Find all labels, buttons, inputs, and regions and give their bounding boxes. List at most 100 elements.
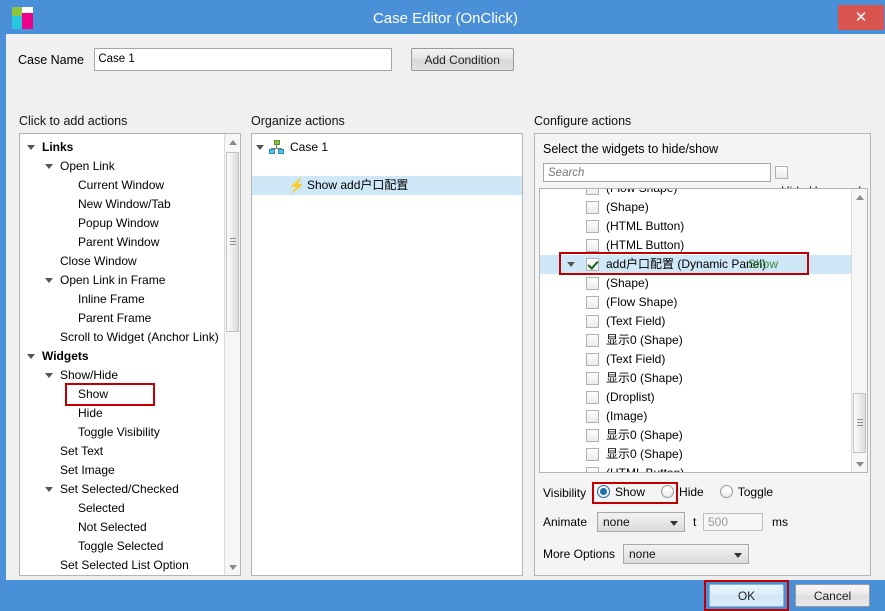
tree-item[interactable]: Set Text — [20, 442, 224, 461]
tree-item[interactable]: Open Link in Frame — [20, 271, 224, 290]
actions-tree[interactable]: Links Open Link Current Window New Window/T… — [20, 134, 224, 575]
chevron-down-icon[interactable] — [45, 485, 55, 494]
lightning-bolt-icon: ⚡ — [288, 177, 306, 193]
visibility-option[interactable]: Show — [597, 484, 645, 499]
widget-checkbox[interactable] — [586, 277, 599, 290]
organize-actions-title: Organize actions — [251, 114, 345, 128]
chevron-down-icon[interactable] — [567, 260, 577, 269]
widget-row[interactable]: 显示0 (Shape) — [540, 369, 851, 388]
widget-checkbox[interactable] — [586, 353, 599, 366]
tree-item[interactable]: Set Image — [20, 461, 224, 480]
hide-unnamed-control[interactable]: Hide Unnamed — [775, 163, 870, 198]
widget-checkbox[interactable] — [586, 410, 599, 423]
radio-icon[interactable] — [719, 485, 733, 499]
tree-item[interactable]: Not Selected — [20, 518, 224, 537]
widget-row[interactable]: (Shape) — [540, 198, 851, 217]
widget-checkbox[interactable] — [586, 429, 599, 442]
tree-item[interactable]: Set Selected/Checked — [20, 480, 224, 499]
widget-row[interactable]: (Flow Shape) — [540, 293, 851, 312]
widget-row[interactable]: 显示0 (Shape) — [540, 426, 851, 445]
case-name-input[interactable] — [94, 48, 393, 71]
scroll-down-icon[interactable] — [225, 559, 240, 575]
scroll-up-icon[interactable] — [852, 189, 867, 205]
tree-item[interactable]: Toggle Visibility — [20, 423, 224, 442]
widget-row[interactable]: (HTML Button) — [540, 217, 851, 236]
widget-checkbox[interactable] — [586, 239, 599, 252]
scroll-up-icon[interactable] — [225, 134, 240, 150]
chevron-down-icon[interactable] — [27, 143, 37, 152]
tree-item[interactable]: Hide — [20, 404, 224, 423]
widget-row[interactable]: 显示0 (Shape) — [540, 445, 851, 464]
tree-item[interactable]: Popup Window — [20, 214, 224, 233]
tree-item[interactable]: Inline Frame — [20, 290, 224, 309]
tree-item[interactable]: Current Window — [20, 176, 224, 195]
widget-checkbox[interactable] — [586, 372, 599, 385]
close-icon[interactable]: ✕ — [838, 5, 884, 30]
scroll-down-icon[interactable] — [852, 456, 867, 472]
tree-item[interactable]: Close Window — [20, 252, 224, 271]
tree-item[interactable]: Show/Hide — [20, 366, 224, 385]
radio-icon[interactable] — [661, 485, 675, 499]
tree-item[interactable]: Links — [20, 138, 224, 157]
radio-icon[interactable] — [597, 485, 610, 499]
widget-row[interactable]: (Droplist) — [540, 388, 851, 407]
widget-checkbox[interactable] — [586, 334, 599, 347]
widget-checkbox[interactable] — [586, 201, 599, 214]
organize-case-node[interactable]: Case 1 — [252, 138, 522, 157]
widget-checkbox[interactable] — [586, 448, 599, 461]
case-name-row: Case Name Add Condition — [18, 48, 514, 71]
visibility-option[interactable]: Toggle — [719, 484, 773, 499]
widget-row[interactable]: (HTML Button) — [540, 464, 851, 472]
visibility-option[interactable]: Hide — [661, 484, 704, 499]
widget-row[interactable]: 显示0 (Shape) — [540, 331, 851, 350]
widget-checkbox[interactable] — [586, 296, 599, 309]
widget-checkbox[interactable] — [586, 258, 599, 271]
organize-action-row[interactable]: ⚡ Show add户口配置 — [252, 176, 522, 195]
hide-unnamed-checkbox[interactable] — [775, 166, 788, 180]
widget-checkbox[interactable] — [586, 391, 599, 404]
ok-button[interactable]: OK — [709, 584, 784, 607]
widget-checkbox[interactable] — [586, 467, 599, 472]
widget-state-label: Show — [748, 257, 779, 271]
tree-item[interactable]: Scroll to Widget (Anchor Link) — [20, 328, 224, 347]
widget-checkbox[interactable] — [586, 189, 599, 195]
visibility-option-label: Show — [615, 484, 646, 499]
tree-item[interactable]: Open Link — [20, 157, 224, 176]
duration-input[interactable] — [703, 513, 763, 531]
tree-item[interactable]: Selected — [20, 499, 224, 518]
widget-row[interactable]: (Text Field) — [540, 350, 851, 369]
tree-item[interactable]: Widgets — [20, 347, 224, 366]
tree-item[interactable]: Toggle Selected — [20, 537, 224, 556]
widget-checkbox[interactable] — [586, 315, 599, 328]
scrollbar-thumb[interactable] — [226, 152, 239, 332]
tree-item-label: Popup Window — [78, 216, 159, 230]
chevron-down-icon[interactable] — [45, 371, 55, 380]
chevron-down-icon[interactable] — [256, 143, 266, 152]
actions-tree-scrollbar[interactable] — [224, 134, 240, 575]
widget-row[interactable]: (Shape) — [540, 274, 851, 293]
scrollbar-thumb[interactable] — [853, 393, 866, 453]
chevron-down-icon[interactable] — [27, 352, 37, 361]
add-condition-button[interactable]: Add Condition — [410, 48, 514, 71]
visibility-radio-group[interactable]: Show Hide Toggle — [597, 484, 789, 499]
widget-label: (Image) — [606, 409, 648, 423]
chevron-down-icon[interactable] — [45, 162, 55, 171]
widget-list-scrollbar[interactable] — [851, 189, 867, 472]
widget-row[interactable]: (HTML Button) — [540, 236, 851, 255]
widget-list[interactable]: (Flow Shape) (Shape) (HTML Button) (HTML Bu… — [539, 188, 868, 473]
cancel-button[interactable]: Cancel — [795, 584, 870, 607]
tree-item[interactable]: Parent Frame — [20, 309, 224, 328]
widget-row[interactable]: (Flow Shape) — [540, 189, 851, 198]
tree-item[interactable]: Show — [20, 385, 224, 404]
search-input[interactable] — [543, 163, 771, 182]
tree-item[interactable]: Set Selected List Option — [20, 556, 224, 575]
widget-row[interactable]: (Text Field) — [540, 312, 851, 331]
tree-item[interactable]: Parent Window — [20, 233, 224, 252]
widget-row[interactable]: (Image) — [540, 407, 851, 426]
widget-checkbox[interactable] — [586, 220, 599, 233]
widget-row[interactable]: add户口配置 (Dynamic Panel) Show — [540, 255, 851, 274]
tree-item[interactable]: New Window/Tab — [20, 195, 224, 214]
animate-select[interactable]: none — [597, 512, 685, 532]
more-options-select[interactable]: none — [623, 544, 749, 564]
chevron-down-icon[interactable] — [45, 276, 55, 285]
